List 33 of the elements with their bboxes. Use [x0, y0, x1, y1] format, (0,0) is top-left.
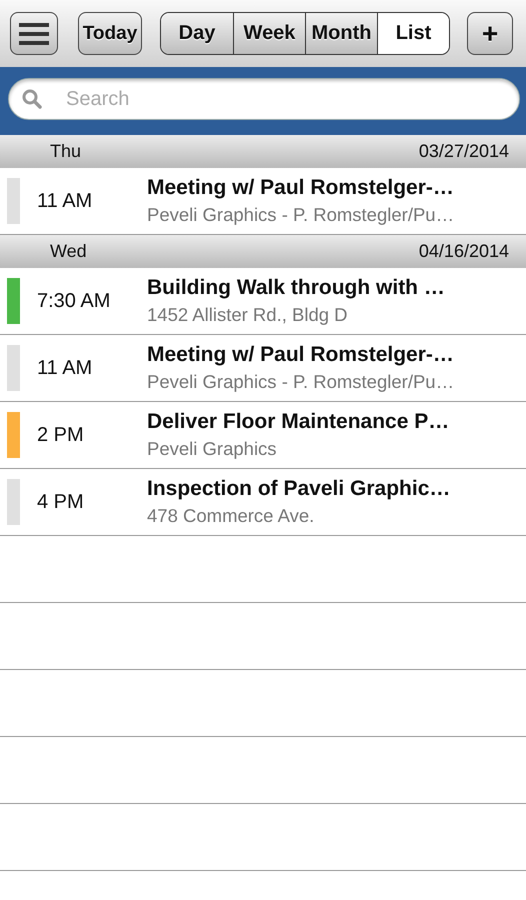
event-location: 478 Commerce Ave.	[147, 505, 316, 527]
date-label: 04/16/2014	[418, 241, 509, 262]
view-tab[interactable]: Month	[305, 13, 377, 54]
add-button[interactable]: +	[467, 12, 513, 55]
event-location: 1452 Allister Rd., Bldg D	[147, 304, 349, 326]
event-time: 11 AM	[37, 190, 94, 212]
day-name: Wed	[50, 241, 87, 262]
event-row[interactable]: 11 AM Meeting w/ Paul Romstelger-… Peveli Graphics - P. Romstegler/Pu…	[0, 335, 526, 402]
event-time: 2 PM	[37, 424, 85, 446]
event-time: 4 PM	[37, 490, 85, 514]
event-row[interactable]: 2 PM Deliver Floor Maintenance P… Peveli Graphics	[0, 402, 526, 469]
event-row[interactable]: 7:30 AM Building Walk through with … 1452 Allister Rd., Bldg D	[0, 268, 526, 335]
search-icon	[22, 89, 42, 109]
event-location: Peveli Graphics - P. Romstegler/Pu…	[147, 204, 454, 226]
event-location: Peveli Graphics	[147, 438, 278, 460]
menu-icon	[19, 22, 49, 44]
menu-button[interactable]	[10, 12, 58, 55]
today-button[interactable]: Today	[78, 12, 142, 55]
event-row[interactable]: 4 PM Inspection of Paveli Graphic… 478 Commerce Ave.	[0, 469, 526, 536]
event-time: 7:30 AM	[37, 290, 112, 312]
view-tab[interactable]: Week	[233, 13, 305, 54]
view-tab[interactable]: Day	[161, 13, 233, 54]
event-location: Peveli Graphics - P. Romstegler/Pu…	[147, 371, 454, 393]
event-title: Meeting w/ Paul Romstelger-…	[147, 343, 454, 367]
event-time: 11 AM	[37, 356, 94, 380]
search-field[interactable]: Search	[8, 78, 520, 120]
event-title: Meeting w/ Paul Romstelger-…	[147, 176, 454, 200]
date-label: 03/27/2014	[418, 141, 509, 162]
event-title: Inspection of Paveli Graphic…	[147, 477, 450, 501]
event-title: Building Walk through with …	[147, 276, 445, 300]
view-tab[interactable]: List	[377, 13, 449, 54]
day-name: Thu	[50, 141, 82, 162]
event-title: Deliver Floor Maintenance P…	[147, 410, 450, 434]
